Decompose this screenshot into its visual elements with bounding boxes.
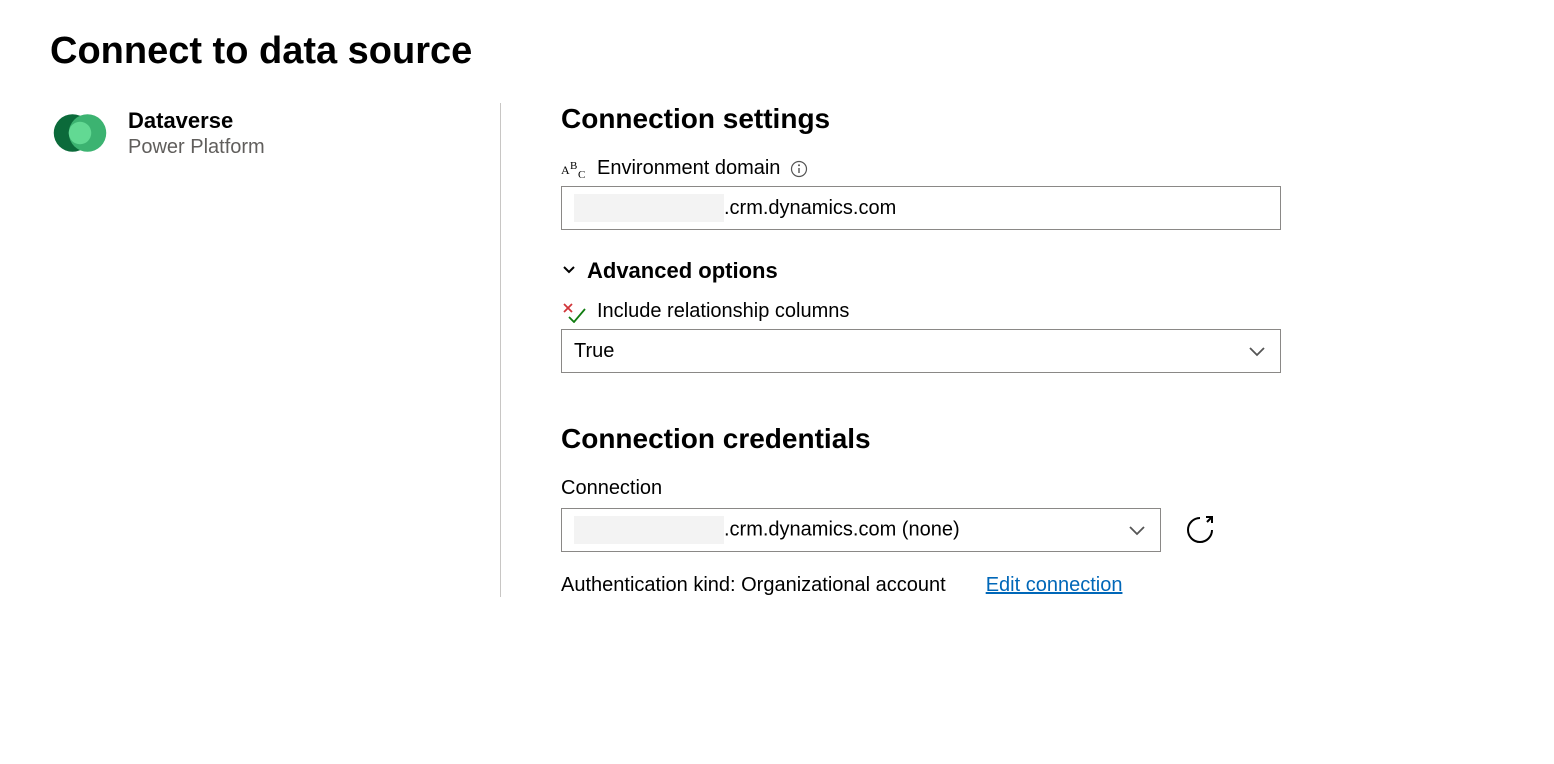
connection-select[interactable]: .crm.dynamics.com (none): [561, 508, 1161, 552]
advanced-options-toggle[interactable]: Advanced options: [561, 258, 1320, 284]
edit-connection-link[interactable]: Edit connection: [986, 574, 1123, 597]
chevron-down-icon: [1126, 519, 1148, 541]
info-icon[interactable]: [790, 160, 808, 178]
connection-settings-header: Connection settings: [561, 103, 1320, 135]
advanced-options-label: Advanced options: [587, 258, 778, 284]
connection-value-suffix: .crm.dynamics.com (none): [724, 518, 960, 540]
environment-domain-label: Environment domain: [597, 157, 780, 180]
page-title: Connect to data source: [50, 30, 1504, 73]
authentication-kind-label: Authentication kind: Organizational acco…: [561, 574, 946, 597]
connection-label: Connection: [561, 477, 1320, 500]
connection-credentials-header: Connection credentials: [561, 423, 1320, 455]
svg-text:B: B: [570, 160, 577, 172]
redacted-prefix: [574, 194, 724, 222]
refresh-button[interactable]: [1183, 513, 1217, 547]
chevron-down-icon: [1246, 340, 1268, 362]
redacted-prefix: [574, 516, 724, 544]
text-type-icon: A B C: [561, 158, 587, 180]
connector-category: Power Platform: [128, 136, 265, 159]
environment-domain-suffix: .crm.dynamics.com: [724, 197, 896, 220]
include-relationship-select[interactable]: True: [561, 329, 1281, 373]
chevron-down-icon: [561, 261, 577, 282]
include-relationship-label: Include relationship columns: [597, 300, 849, 323]
boolean-type-icon: [561, 301, 587, 323]
connector-name: Dataverse: [128, 108, 265, 134]
environment-domain-input[interactable]: .crm.dynamics.com: [561, 186, 1281, 230]
svg-text:C: C: [578, 169, 585, 180]
include-relationship-value: True: [574, 340, 614, 363]
dataverse-icon: [50, 103, 110, 163]
connector-panel: Dataverse Power Platform: [50, 103, 500, 597]
svg-text:A: A: [561, 163, 570, 177]
